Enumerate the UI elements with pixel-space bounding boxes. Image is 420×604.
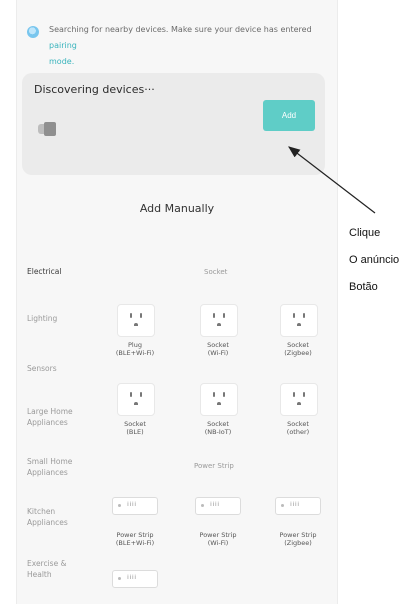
socket-tile-ble[interactable] xyxy=(117,383,155,416)
device-label: Power Strip (Zigbee) xyxy=(279,531,317,547)
device-label: Socket (other) xyxy=(286,420,310,436)
outlet-icon xyxy=(213,392,215,397)
annotation-line-2: O anúncio xyxy=(349,254,400,266)
device-label: Socket (NB-IoT) xyxy=(204,420,232,436)
app-screen: Searching for nearby devices. Make sure … xyxy=(16,0,338,604)
power-strip-icon xyxy=(118,504,121,507)
status-text: Searching for nearby devices. Make sure … xyxy=(49,25,312,34)
pairing-mode-link-suffix[interactable]: mode. xyxy=(49,57,74,66)
section-title-socket: Socket xyxy=(204,268,228,276)
device-label: Power Strip (BLE+Wi-Fi) xyxy=(115,531,155,547)
pairing-mode-link[interactable]: pairing xyxy=(49,41,77,50)
socket-tile-zigbee[interactable] xyxy=(280,304,318,337)
section-title-power-strip: Power Strip xyxy=(194,462,234,470)
annotation-line-1: Clique xyxy=(349,227,381,239)
category-kitchen-appliances[interactable]: Kitchen Appliances xyxy=(27,506,89,528)
socket-tile-other[interactable] xyxy=(280,383,318,416)
discovering-title: Discovering devices··· xyxy=(34,83,155,96)
power-strip-icon xyxy=(281,504,284,507)
outlet-icon xyxy=(130,392,132,397)
device-label: Power Strip (Wi-Fi) xyxy=(199,531,237,547)
add-manually-title: Add Manually xyxy=(139,202,215,215)
socket-tile-wifi[interactable] xyxy=(200,304,238,337)
outlet-icon xyxy=(293,392,295,397)
add-button[interactable]: Add xyxy=(263,100,315,131)
category-small-home-appliances[interactable]: Small Home Appliances xyxy=(27,456,89,478)
power-strip-tile-wifi[interactable]: ⁞⁞⁞⁞ xyxy=(195,497,241,515)
category-exercise-health[interactable]: Exercise & Health xyxy=(27,558,89,580)
discovered-plug-icon xyxy=(38,122,58,136)
power-strip-icon xyxy=(201,504,204,507)
category-electrical[interactable]: Electrical xyxy=(27,266,61,277)
power-strip-tile-partial[interactable]: ⁞⁞⁞⁞ xyxy=(112,570,158,588)
search-status-text: Searching for nearby devices. Make sure … xyxy=(49,22,325,70)
category-sensors[interactable]: Sensors xyxy=(27,363,57,374)
searching-indicator-icon xyxy=(27,26,39,38)
annotation-line-3: Botão xyxy=(349,281,378,293)
discovering-card: Discovering devices··· Add xyxy=(22,73,325,175)
device-label: Socket (Wi-Fi) xyxy=(207,341,229,357)
device-label: Plug (BLE+Wi-Fi) xyxy=(115,341,155,357)
socket-tile-nb-iot[interactable] xyxy=(200,383,238,416)
outlet-icon xyxy=(293,313,295,318)
power-strip-tile-zigbee[interactable]: ⁞⁞⁞⁞ xyxy=(275,497,321,515)
device-label: Socket (BLE) xyxy=(124,420,146,436)
power-strip-tile-ble-wifi[interactable]: ⁞⁞⁞⁞ xyxy=(112,497,158,515)
socket-tile-plug-ble-wifi[interactable] xyxy=(117,304,155,337)
power-strip-icon xyxy=(118,577,121,580)
category-large-home-appliances[interactable]: Large Home Appliances xyxy=(27,406,89,428)
outlet-icon xyxy=(213,313,215,318)
device-label: Socket (Zigbee) xyxy=(284,341,312,357)
category-lighting[interactable]: Lighting xyxy=(27,313,57,324)
outlet-icon xyxy=(130,313,132,318)
